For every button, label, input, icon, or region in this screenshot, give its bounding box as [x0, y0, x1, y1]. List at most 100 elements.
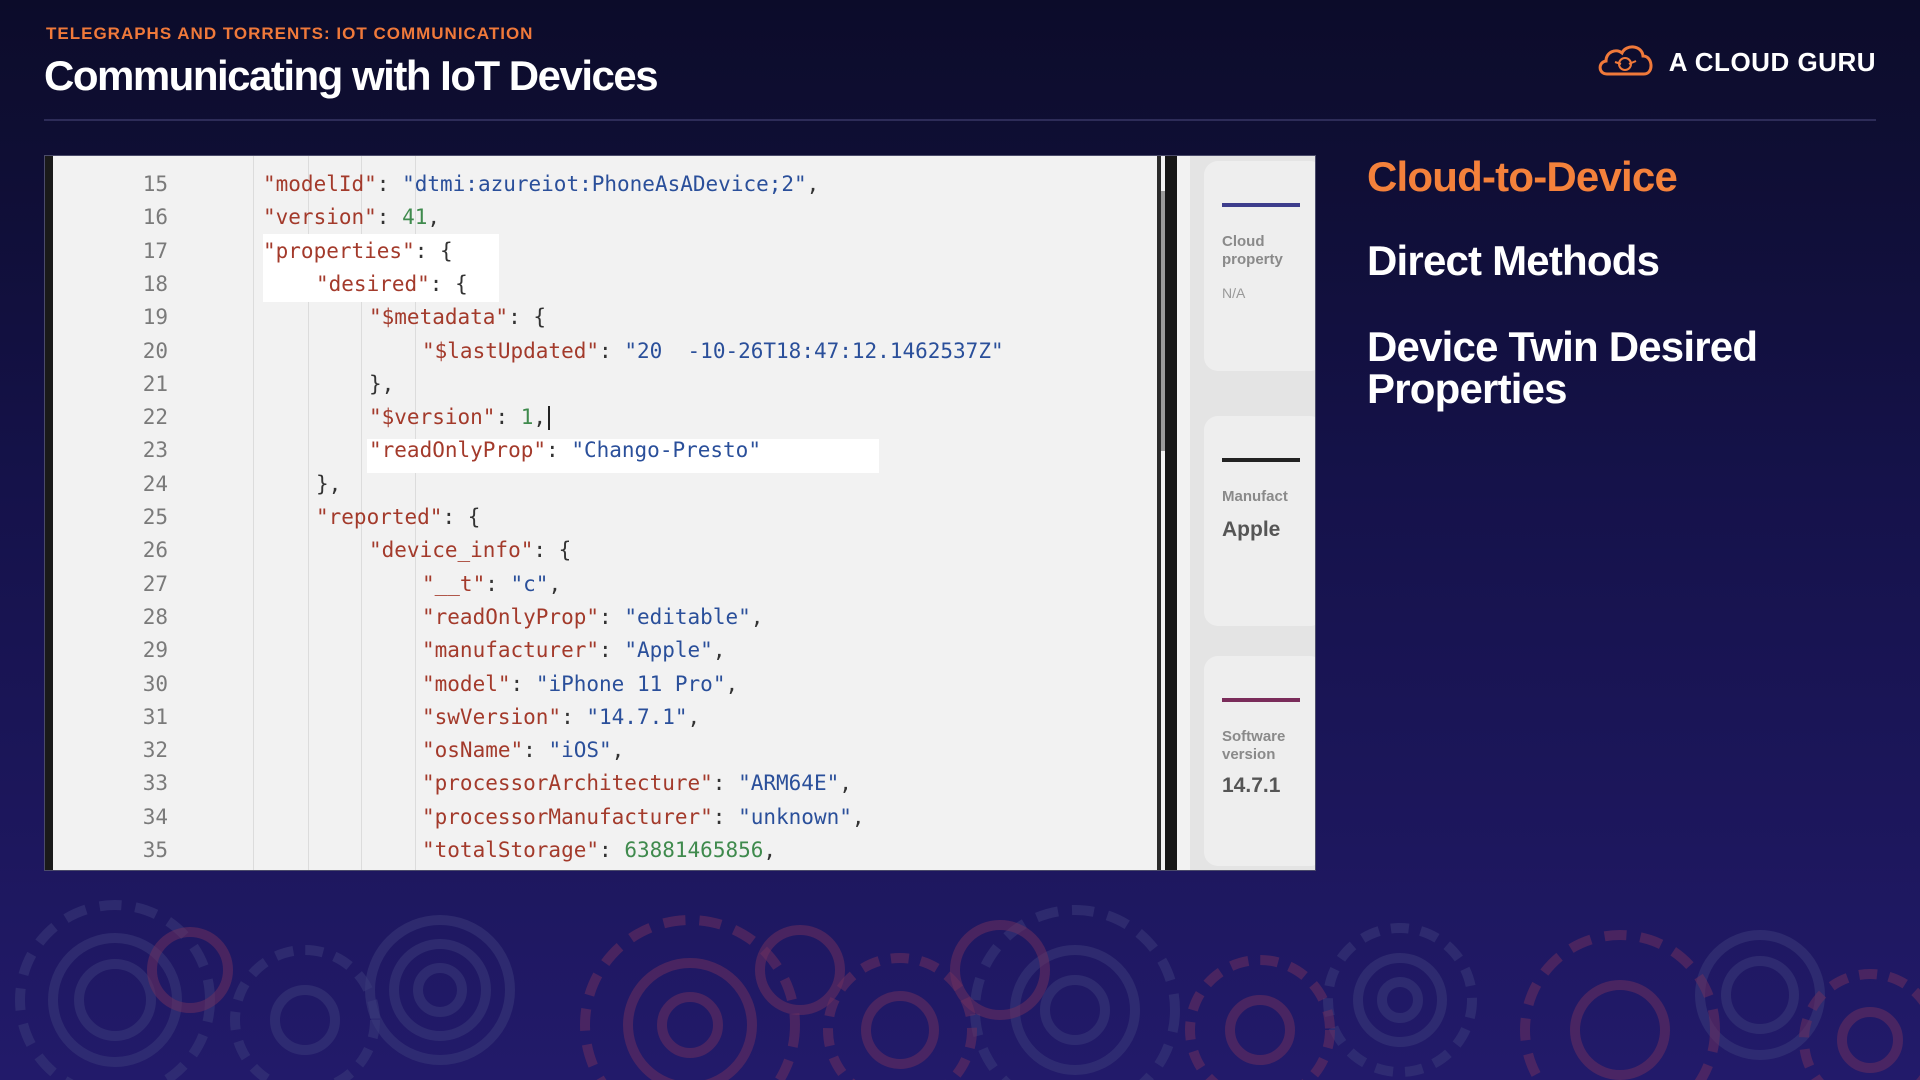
json-key: "modelId" [263, 172, 377, 196]
code-text: "$lastUpdated": "20 -10-26T18:47:12.1462… [422, 335, 1004, 368]
line-number: 19 [142, 305, 168, 330]
line-number: 25 [142, 505, 168, 529]
card-accent-bar [1222, 203, 1300, 207]
json-key: "processorArchitecture" [422, 771, 713, 796]
line-number: 32 [142, 738, 168, 763]
line-number: 24 [142, 471, 168, 496]
code-line: 30 "model": "iPhone 11 Pro", [53, 668, 1203, 701]
code-text: "$metadata": { [369, 301, 546, 334]
json-value: "unknown" [738, 804, 852, 829]
code-text: "device_info": { [369, 534, 571, 567]
json-key: "$lastUpdated" [422, 338, 600, 363]
line-number: 23 [142, 438, 168, 463]
json-key: "osName" [422, 738, 524, 763]
json-separator: : [376, 205, 403, 230]
json-key: "$version" [369, 405, 496, 430]
line-number: 17 [142, 238, 168, 263]
json-separator: : [508, 305, 534, 330]
code-line: 15 "modelId": "dtmi:azureiot:PhoneAsADevi… [53, 168, 1203, 201]
line-number: 35 [142, 838, 168, 862]
brand-logo: A CLOUD GURU [1595, 40, 1876, 85]
json-value: "c" [510, 571, 549, 596]
code-line: 24}, [53, 468, 1203, 501]
line-number: 33 [142, 771, 168, 796]
json-separator: : [561, 704, 587, 729]
code-line: 27 "__t": "c", [53, 568, 1203, 601]
line-number: 26 [142, 538, 168, 563]
json-separator: : [442, 505, 468, 529]
line-number: 22 [142, 405, 168, 430]
device-property-card: Manufact Apple [1204, 416, 1315, 626]
json-punct: , [687, 704, 701, 729]
json-key: "readOnlyProp" [422, 604, 600, 629]
code-line: 34 "processorManufacturer": "unknown", [53, 801, 1203, 834]
json-separator: : [599, 638, 625, 663]
code-text: "desired": { [316, 268, 468, 301]
panel-divider [1165, 156, 1177, 870]
json-value: "iPhone 11 Pro" [535, 671, 726, 696]
line-number: 31 [142, 704, 168, 729]
code-line: 35 "totalStorage": 63881465856, [53, 834, 1203, 867]
card-value: Apple [1222, 518, 1281, 541]
json-value: "ARM64E" [738, 771, 840, 796]
line-number: 21 [142, 371, 168, 396]
card-value: 14.7.1 [1222, 774, 1281, 797]
json-punct: , [750, 604, 764, 629]
json-punct: , [725, 671, 739, 696]
line-number: 28 [142, 604, 168, 629]
line-number: 30 [142, 671, 168, 696]
code-text: }, [369, 368, 394, 401]
json-key: "desired" [316, 271, 430, 296]
code-text: "osName": "iOS", [422, 734, 624, 767]
topic-item: Cloud-to-Device [1367, 153, 1678, 200]
code-line: 29 "manufacturer": "Apple", [53, 634, 1203, 667]
card-accent-bar [1222, 698, 1300, 702]
json-separator: : [599, 838, 625, 862]
text-cursor [548, 406, 551, 431]
json-value: "Apple" [624, 638, 713, 663]
json-separator: : [495, 405, 521, 430]
json-punct: , [763, 838, 777, 862]
code-text: }, [316, 468, 341, 501]
card-label: Software version [1222, 728, 1286, 763]
json-key: "$metadata" [369, 305, 509, 330]
code-line: 26 "device_info": { [53, 534, 1203, 567]
code-line: 20 "$lastUpdated": "20 -10-26T18:47:12.14… [53, 335, 1203, 368]
json-value: "iOS" [548, 738, 612, 763]
code-text: "swVersion": "14.7.1", [422, 701, 700, 734]
device-side-panel: Cloud property N/A Manufact Apple Software v… [1190, 156, 1315, 870]
json-value: 1 [520, 405, 534, 430]
json-separator: : [599, 338, 625, 363]
json-separator: : [712, 771, 739, 796]
json-separator: : [712, 804, 739, 829]
topic-item: Direct Methods [1367, 237, 1660, 284]
card-label: Cloud property [1222, 233, 1283, 268]
code-line: 17 "properties": { [53, 235, 1203, 268]
code-line: 25 "reported": { [53, 501, 1203, 534]
device-property-card: Software version 14.7.1 [1204, 656, 1315, 866]
json-value: "Chango-Presto" [571, 438, 761, 463]
json-key: "totalStorage" [422, 838, 600, 862]
code-line: 32 "osName": "iOS", [53, 734, 1203, 767]
json-separator: : [485, 571, 511, 596]
json-punct: { [558, 538, 572, 563]
gears-decoration [15, 900, 1920, 1080]
json-punct: , [851, 804, 865, 829]
json-punct: , [839, 771, 852, 796]
json-punct: { [533, 305, 547, 330]
json-key: "device_info" [369, 538, 534, 563]
code-text: "totalStorage": 63881465856, [422, 834, 776, 867]
line-number: 20 [142, 338, 168, 363]
json-punct: , [611, 738, 625, 763]
code-line: 16 "version": 41, [53, 201, 1203, 234]
code-text: "modelId": "dtmi:azureiot:PhoneAsADevice… [263, 168, 819, 201]
header-divider [44, 119, 1876, 121]
json-value: "20 -10-26T18:47:12.1462537Z" [624, 338, 1004, 363]
code-editor: 15 "modelId": "dtmi:azureiot:PhoneAsADevi… [53, 156, 1208, 870]
cloud-logo-icon [1595, 40, 1657, 85]
json-key: "model" [422, 671, 511, 696]
code-text: "__t": "c", [422, 568, 561, 601]
code-line: 18 "desired": { [53, 268, 1203, 301]
card-label: Manufact [1222, 488, 1288, 505]
json-separator: : [546, 438, 572, 463]
